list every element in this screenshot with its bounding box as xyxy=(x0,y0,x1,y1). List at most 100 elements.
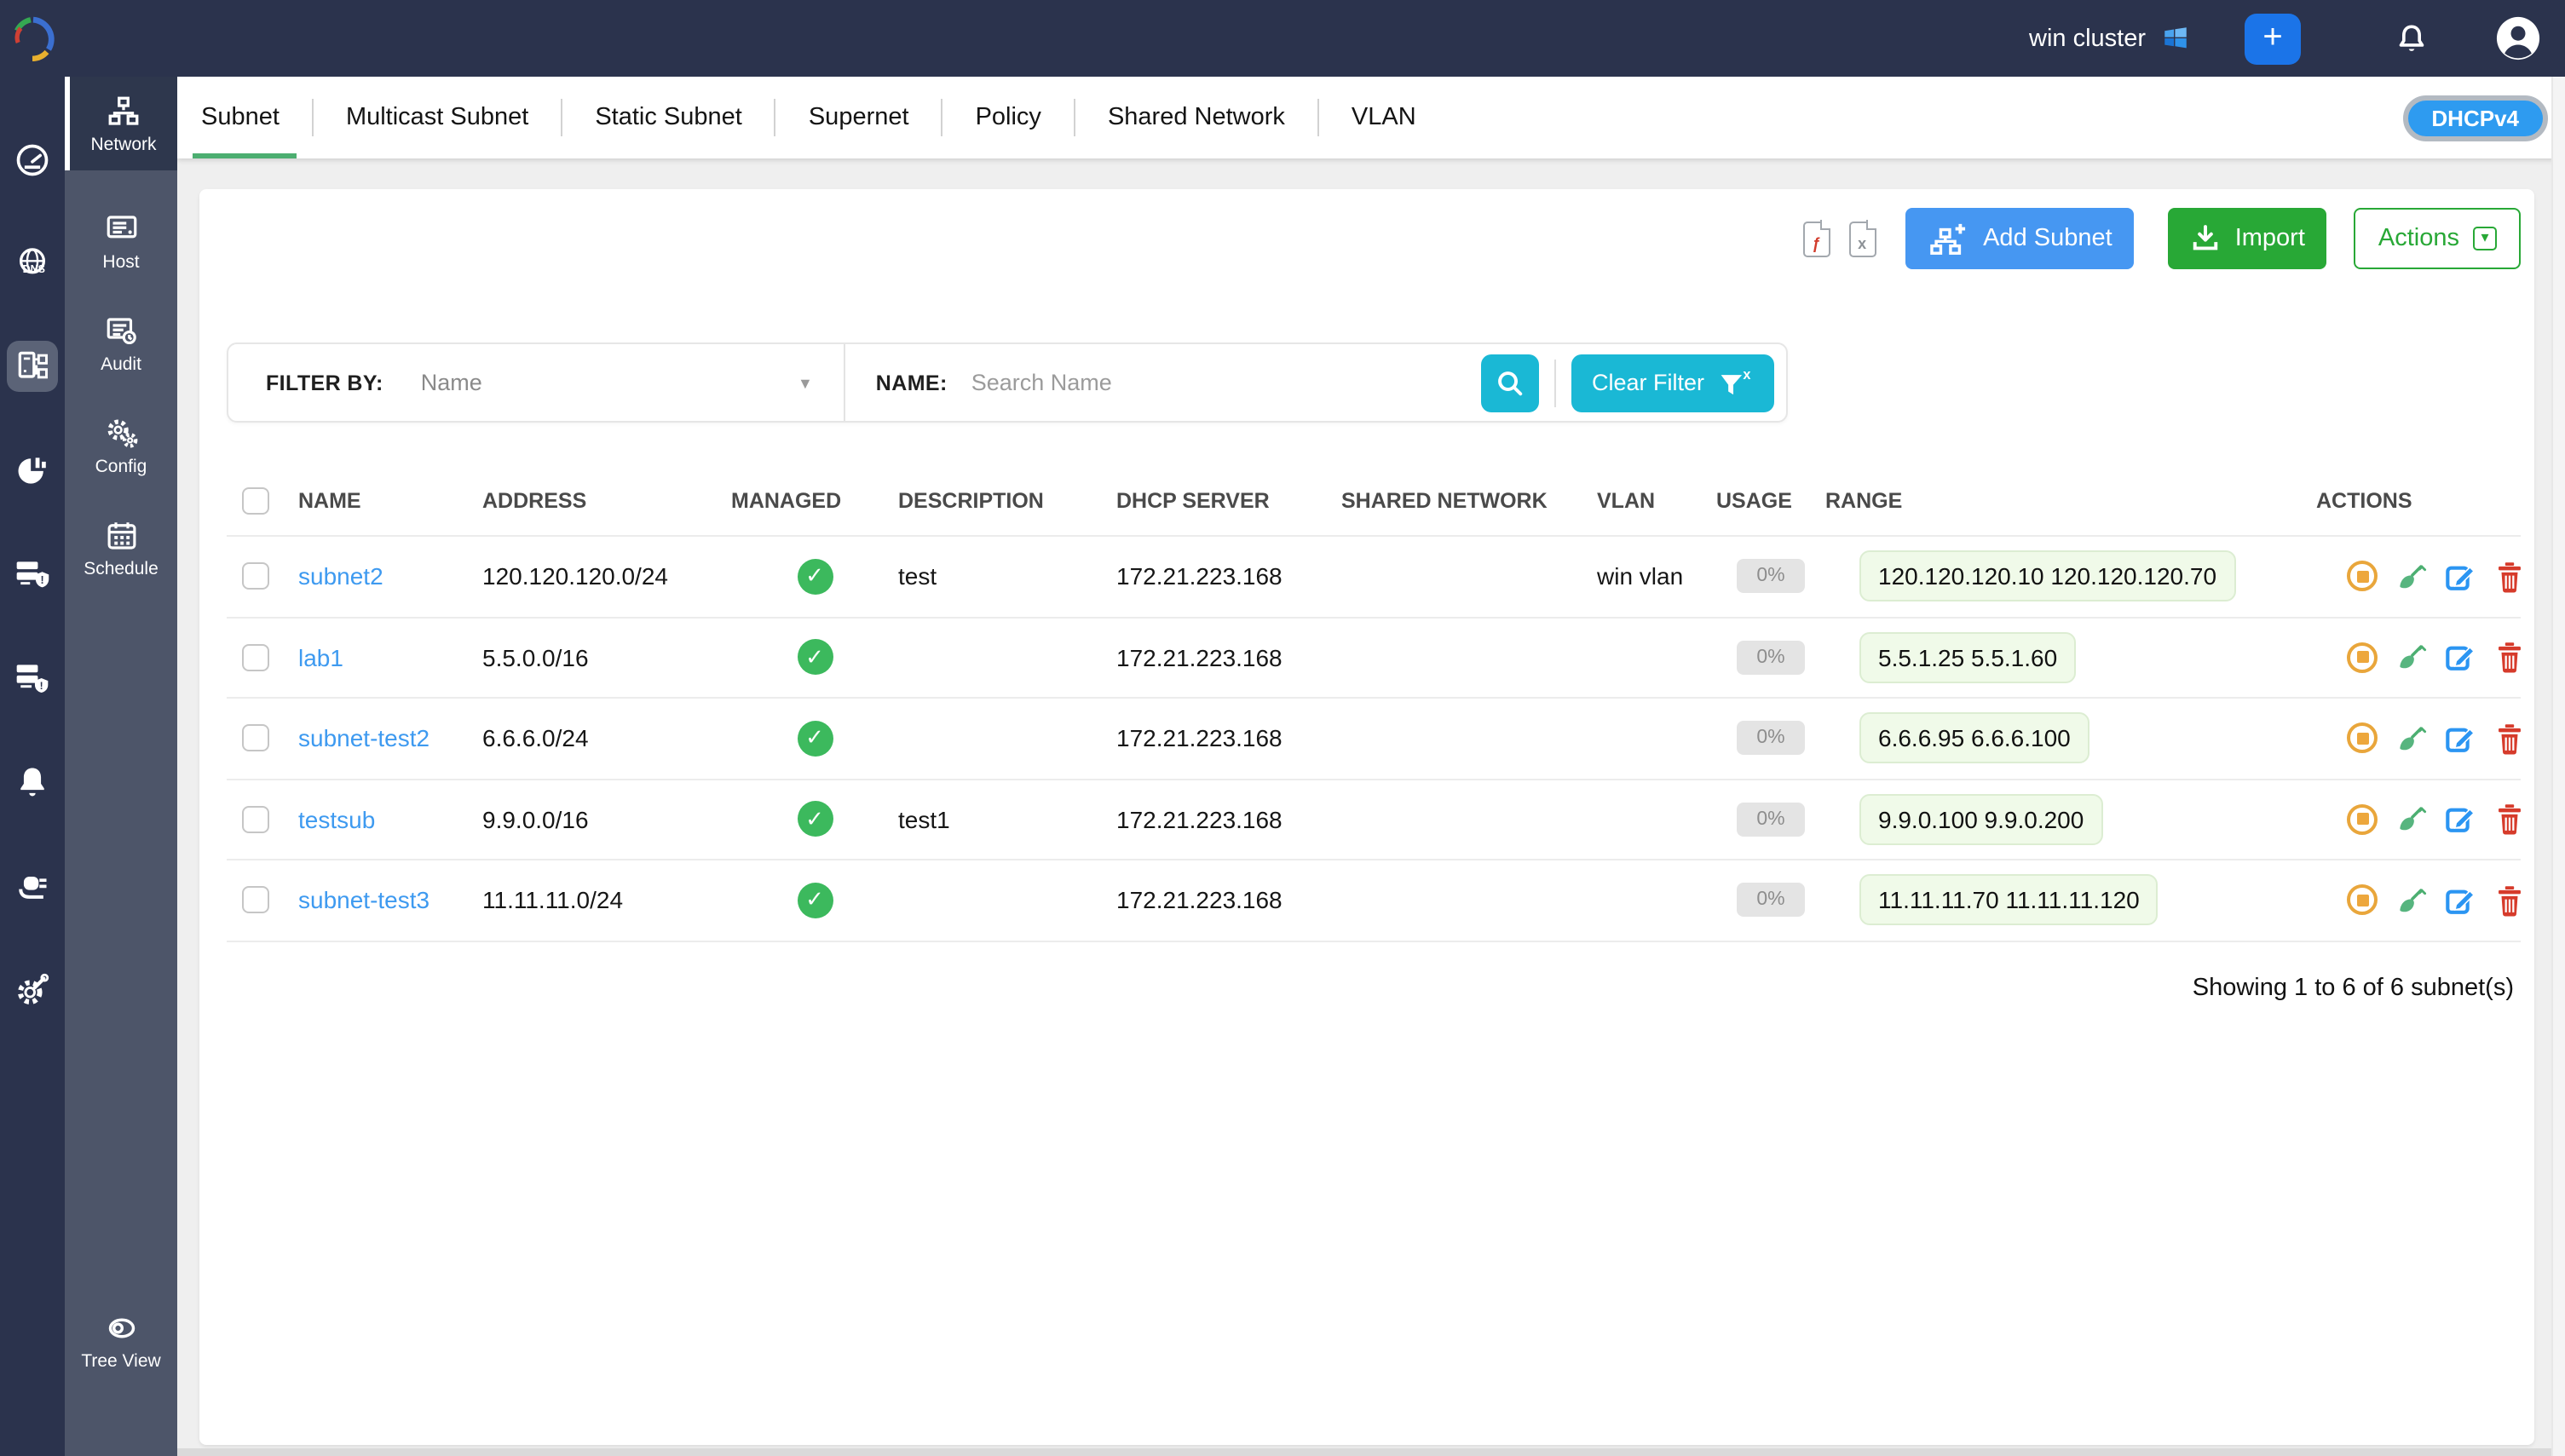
table-row: subnet-test26.6.6.0/24✓172.21.223.1680%6… xyxy=(227,699,2521,780)
sweep-action-icon[interactable] xyxy=(2395,884,2427,917)
admin-icon[interactable] xyxy=(12,970,53,1010)
stop-action-icon[interactable] xyxy=(2347,723,2378,754)
column-header-actions[interactable]: ACTIONS xyxy=(2316,488,2521,512)
sidebar-item-tree-view[interactable]: Tree View xyxy=(65,1310,177,1372)
clear-filter-button[interactable]: Clear Filter x xyxy=(1571,354,1774,411)
select-all-checkbox[interactable] xyxy=(242,486,269,514)
dashboard-icon[interactable] xyxy=(12,140,53,181)
ipam-icon[interactable] xyxy=(7,341,58,392)
range-pill[interactable]: 5.5.1.25 5.5.1.60 xyxy=(1859,632,2076,683)
reports-icon[interactable] xyxy=(12,450,53,491)
tab-vlan[interactable]: VLAN xyxy=(1319,77,1449,158)
column-header-name[interactable]: NAME xyxy=(298,488,482,512)
sidebar-item-network[interactable]: Network xyxy=(65,77,177,170)
range-cell: 9.9.0.100 9.9.0.200 xyxy=(1825,794,2316,845)
column-header-description[interactable]: DESCRIPTION xyxy=(898,488,1116,512)
column-header-managed[interactable]: MANAGED xyxy=(731,488,898,512)
row-checkbox[interactable] xyxy=(242,725,269,752)
usage-cell: 0% xyxy=(1716,722,1825,756)
server-alert-icon[interactable]: ! xyxy=(12,554,53,595)
sidebar-item-config[interactable]: Config xyxy=(65,416,177,477)
server-policy-icon[interactable]: ! xyxy=(12,658,53,699)
sidebar-item-host[interactable]: Host xyxy=(65,211,177,273)
row-checkbox[interactable] xyxy=(242,644,269,671)
delete-action-icon[interactable] xyxy=(2493,722,2526,755)
row-checkbox[interactable] xyxy=(242,806,269,833)
export-pdf-icon[interactable]: ƒ xyxy=(1802,221,1830,256)
tab-subnet[interactable]: Subnet xyxy=(177,77,312,158)
stop-action-icon[interactable] xyxy=(2347,561,2378,592)
delete-action-icon[interactable] xyxy=(2493,561,2526,593)
filter-by-select[interactable]: Name ▼ xyxy=(421,370,813,395)
delete-action-icon[interactable] xyxy=(2493,642,2526,674)
range-pill[interactable]: 120.120.120.10 120.120.120.70 xyxy=(1859,551,2235,602)
notifications-bell-icon[interactable] xyxy=(2393,20,2430,57)
address-cell: 120.120.120.0/24 xyxy=(482,563,731,590)
table-body: subnet2120.120.120.0/24✓test172.21.223.1… xyxy=(227,537,2521,941)
actions-dropdown-button[interactable]: Actions ▾ xyxy=(2355,208,2521,269)
column-header-vlan[interactable]: VLAN xyxy=(1597,488,1716,512)
tab-static-subnet[interactable]: Static Subnet xyxy=(562,77,775,158)
managed-check-icon: ✓ xyxy=(797,883,833,918)
stop-action-icon[interactable] xyxy=(2347,804,2378,835)
filter-divider-2 xyxy=(1554,359,1556,406)
edit-action-icon[interactable] xyxy=(2444,803,2476,836)
column-header-range[interactable]: RANGE xyxy=(1825,488,2316,512)
delete-action-icon[interactable] xyxy=(2493,803,2526,836)
integrations-icon[interactable] xyxy=(12,866,53,906)
sidebar-item-label: Network xyxy=(90,134,156,154)
dns-icon[interactable]: DNS xyxy=(12,244,53,285)
tab-multicast-subnet[interactable]: Multicast Subnet xyxy=(314,77,561,158)
import-button[interactable]: Import xyxy=(2169,208,2327,269)
subnet-name-link[interactable]: subnet-test2 xyxy=(298,725,429,752)
range-pill[interactable]: 11.11.11.70 11.11.11.120 xyxy=(1859,875,2159,926)
column-header-address[interactable]: ADDRESS xyxy=(482,488,731,512)
alerts-icon[interactable] xyxy=(12,762,53,803)
tab-policy[interactable]: Policy xyxy=(943,77,1074,158)
column-header-shared-network[interactable]: SHARED NETWORK xyxy=(1341,488,1597,512)
range-pill[interactable]: 9.9.0.100 9.9.0.200 xyxy=(1859,794,2102,845)
dhcp-server-cell: 172.21.223.168 xyxy=(1116,644,1341,671)
export-excel-icon[interactable]: x xyxy=(1848,221,1876,256)
address-cell: 11.11.11.0/24 xyxy=(482,887,731,914)
row-checkbox[interactable] xyxy=(242,563,269,590)
sidebar-item-schedule[interactable]: Schedule xyxy=(65,518,177,579)
search-button[interactable] xyxy=(1481,354,1539,411)
dhcp-version-badge[interactable]: DHCPv4 xyxy=(2402,95,2548,141)
sweep-action-icon[interactable] xyxy=(2395,642,2427,674)
quick-add-button[interactable]: + xyxy=(2245,13,2301,64)
column-header-usage[interactable]: USAGE xyxy=(1716,488,1825,512)
add-subnet-button[interactable]: Add Subnet xyxy=(1905,208,2135,269)
user-avatar-icon[interactable] xyxy=(2495,15,2541,61)
range-pill[interactable]: 6.6.6.95 6.6.6.100 xyxy=(1859,713,2089,764)
subnet-name-link[interactable]: lab1 xyxy=(298,644,343,671)
filter-divider xyxy=(844,344,845,421)
delete-action-icon[interactable] xyxy=(2493,884,2526,917)
subnet-name-link[interactable]: subnet2 xyxy=(298,563,383,590)
edit-action-icon[interactable] xyxy=(2444,884,2476,917)
vertical-scrollbar[interactable] xyxy=(2551,77,2565,1456)
tab-supernet[interactable]: Supernet xyxy=(776,77,942,158)
sweep-action-icon[interactable] xyxy=(2395,803,2427,836)
sweep-action-icon[interactable] xyxy=(2395,722,2427,755)
row-checkbox[interactable] xyxy=(242,887,269,914)
add-subnet-icon xyxy=(1927,221,1969,256)
table-footer-summary: Showing 1 to 6 of 6 subnet(s) xyxy=(227,974,2521,1001)
table-row: subnet-test311.11.11.0/24✓172.21.223.168… xyxy=(227,860,2521,941)
sweep-action-icon[interactable] xyxy=(2395,561,2427,593)
address-cell: 6.6.6.0/24 xyxy=(482,725,731,752)
usage-cell: 0% xyxy=(1716,803,1825,837)
tab-shared-network[interactable]: Shared Network xyxy=(1075,77,1317,158)
search-name-input[interactable] xyxy=(971,370,1481,395)
subnet-name-link[interactable]: subnet-test3 xyxy=(298,887,429,914)
stop-action-icon[interactable] xyxy=(2347,642,2378,673)
search-icon xyxy=(1495,367,1525,398)
edit-action-icon[interactable] xyxy=(2444,722,2476,755)
stop-action-icon[interactable] xyxy=(2347,885,2378,916)
sidebar-item-audit[interactable]: Audit xyxy=(65,314,177,375)
brand-logo[interactable] xyxy=(0,14,65,62)
edit-action-icon[interactable] xyxy=(2444,561,2476,593)
edit-action-icon[interactable] xyxy=(2444,642,2476,674)
subnet-name-link[interactable]: testsub xyxy=(298,806,375,833)
column-header-dhcp-server[interactable]: DHCP SERVER xyxy=(1116,488,1341,512)
